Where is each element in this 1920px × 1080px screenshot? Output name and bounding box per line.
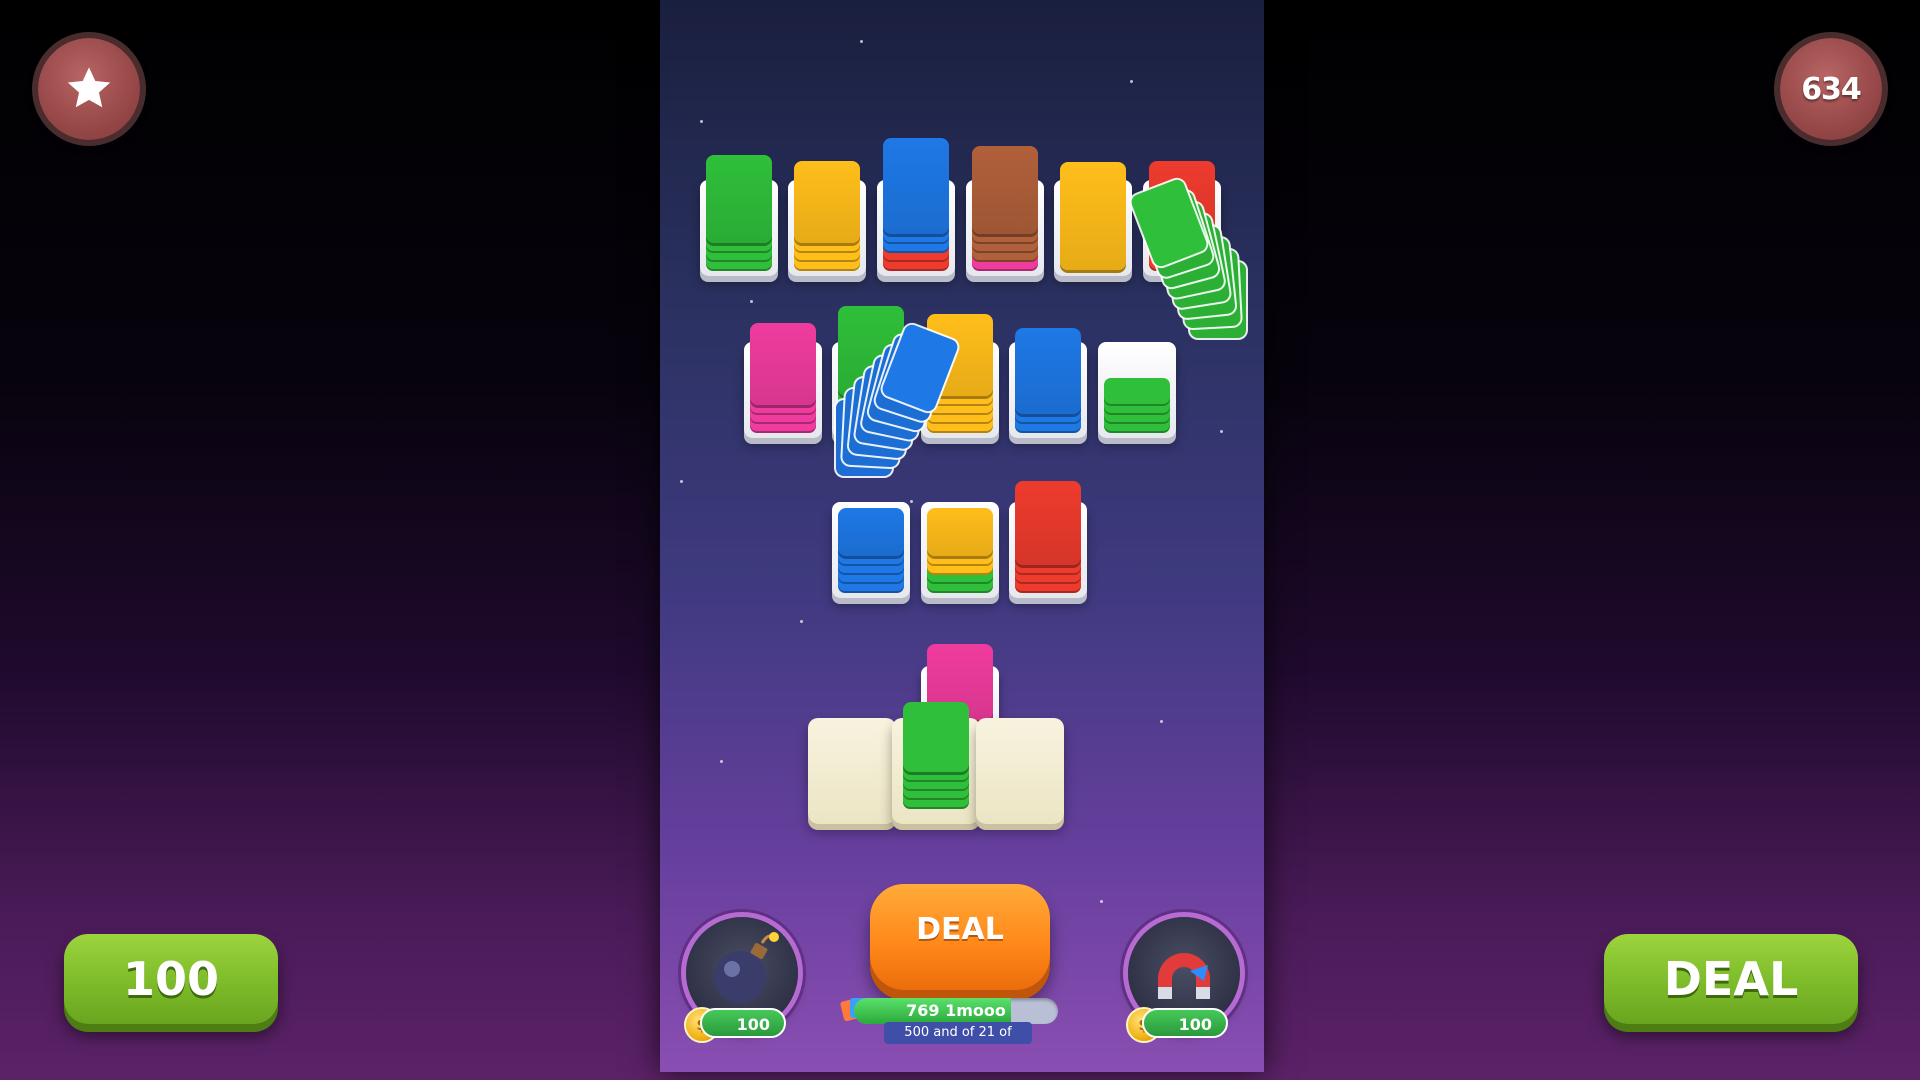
background-star: [720, 760, 723, 763]
background-star: [860, 40, 863, 43]
background-star: [1130, 80, 1133, 83]
blue-card[interactable]: [838, 508, 904, 556]
card-stack[interactable]: [750, 0, 816, 431]
background-star: [750, 300, 753, 303]
yellow-card[interactable]: [1060, 162, 1126, 270]
background-star: [700, 120, 703, 123]
green-card[interactable]: [706, 155, 772, 243]
yellow-card[interactable]: [927, 508, 993, 556]
pink-card[interactable]: [750, 323, 816, 405]
empty-tile[interactable]: [808, 718, 896, 824]
magnet-cost: 100: [1142, 1008, 1228, 1038]
background-star: [1220, 430, 1223, 433]
empty-tile[interactable]: [976, 718, 1064, 824]
score-badge: 634: [1780, 38, 1882, 140]
blue-card[interactable]: [1015, 328, 1081, 414]
background-star: [910, 500, 913, 503]
green-card[interactable]: [903, 702, 969, 772]
card-stack[interactable]: [1015, 0, 1081, 591]
red-card[interactable]: [1015, 481, 1081, 565]
progress-sub-label: 500 and of 21 of: [884, 1022, 1032, 1044]
card-stack[interactable]: [1104, 0, 1170, 431]
green-card-layer: [1104, 378, 1170, 404]
deal-button[interactable]: DEAL: [870, 884, 1050, 990]
background-star: [1100, 900, 1103, 903]
favorite-button[interactable]: [38, 38, 140, 140]
card-stack[interactable]: [838, 0, 904, 591]
background-star: [680, 480, 683, 483]
brown-card[interactable]: [972, 146, 1038, 234]
star-icon: [67, 67, 111, 108]
card-stack[interactable]: [927, 0, 993, 755]
yellow-card[interactable]: [794, 161, 860, 243]
blue-card[interactable]: [883, 138, 949, 234]
progress-text: 769 1mooo: [906, 1001, 1006, 1020]
bomb-cost: 100: [700, 1008, 786, 1038]
background-star: [1160, 720, 1163, 723]
deal-side-button[interactable]: DEAL: [1604, 934, 1858, 1024]
background-star: [800, 620, 803, 623]
coins-button[interactable]: 100: [64, 934, 278, 1024]
deal-progress-bar: 769 1mooo: [854, 998, 1058, 1024]
